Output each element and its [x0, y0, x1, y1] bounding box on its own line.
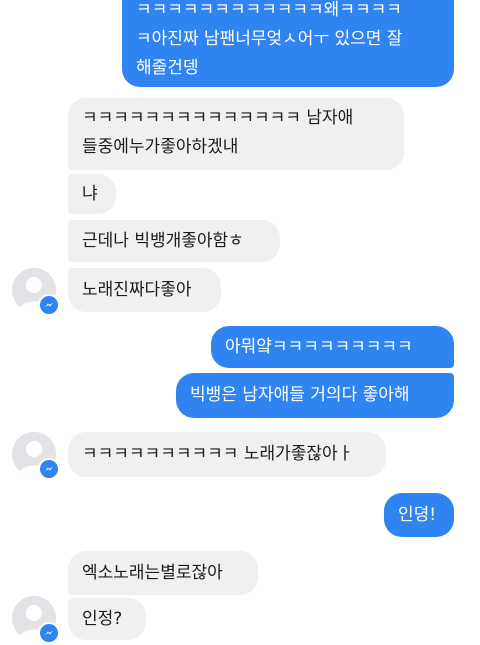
message-line: ㅋ아진짜 남팬너무엊ㅅ어ㅜ 있으면 잘 — [136, 29, 403, 49]
message-text: ㅋㅋㅋㅋㅋㅋㅋㅋㅋㅋ 노래가좋잖아ㅏ — [82, 444, 354, 464]
contact-avatar[interactable] — [12, 268, 60, 316]
messenger-badge-icon — [38, 458, 60, 480]
contact-avatar[interactable] — [12, 596, 60, 644]
received-message-bubble[interactable]: 노래진짜다좋아 — [68, 268, 221, 312]
message-line: ㅋㅋㅋㅋㅋㅋㅋㅋㅋㅋㅋㅋㅋㅋ 남자애 — [82, 108, 354, 128]
messenger-badge-icon — [38, 622, 60, 644]
message-text: 빅뱅은 남자애들 거의다 좋아해 — [190, 385, 410, 405]
message-text: 근데나 빅뱅개좋아함ㅎ — [82, 230, 244, 251]
received-message-bubble[interactable]: 냐 — [68, 174, 116, 214]
messenger-badge-icon — [38, 294, 60, 316]
received-message-bubble[interactable]: ㅋㅋㅋㅋㅋㅋㅋㅋㅋㅋㅋㅋㅋㅋ 남자애 들중에누가좋아하겠내 — [68, 98, 404, 170]
sent-message-bubble[interactable]: ㅋㅋㅋㅋㅋㅋㅋㅋㅋㅋㅋㅋ왜ㅋㅋㅋㅋ ㅋ아진짜 남팬너무엊ㅅ어ㅜ 있으면 잘 해줄… — [122, 0, 454, 87]
message-text: 노래진짜다좋아 — [82, 279, 192, 300]
message-text: 아뭐얔ㅋㅋㅋㅋㅋㅋㅋㅋㅋ — [225, 336, 413, 357]
contact-avatar[interactable] — [12, 432, 60, 480]
message-line: 해줄건뎅 — [136, 58, 199, 78]
message-text: 엑소노래는별로잖아 — [82, 562, 223, 583]
message-text: 인뎡! — [398, 504, 437, 525]
message-line: ㅋㅋㅋㅋㅋㅋㅋㅋㅋㅋㅋㅋ왜ㅋㅋㅋㅋ — [136, 0, 402, 20]
message-text: 냐 — [82, 183, 98, 204]
sent-message-bubble[interactable]: 아뭐얔ㅋㅋㅋㅋㅋㅋㅋㅋㅋ — [211, 326, 454, 368]
received-message-bubble[interactable]: 엑소노래는별로잖아 — [68, 551, 258, 595]
message-line: 들중에누가좋아하겠내 — [82, 137, 239, 157]
received-message-bubble[interactable]: ㅋㅋㅋㅋㅋㅋㅋㅋㅋㅋ 노래가좋잖아ㅏ — [68, 432, 386, 477]
message-text: 인정? — [82, 608, 123, 629]
sent-message-bubble[interactable]: 빅뱅은 남자애들 거의다 좋아해 — [176, 373, 454, 418]
sent-message-bubble[interactable]: 인뎡! — [384, 493, 454, 537]
received-message-bubble[interactable]: 인정? — [68, 598, 146, 640]
received-message-bubble[interactable]: 근데나 빅뱅개좋아함ㅎ — [68, 220, 280, 262]
